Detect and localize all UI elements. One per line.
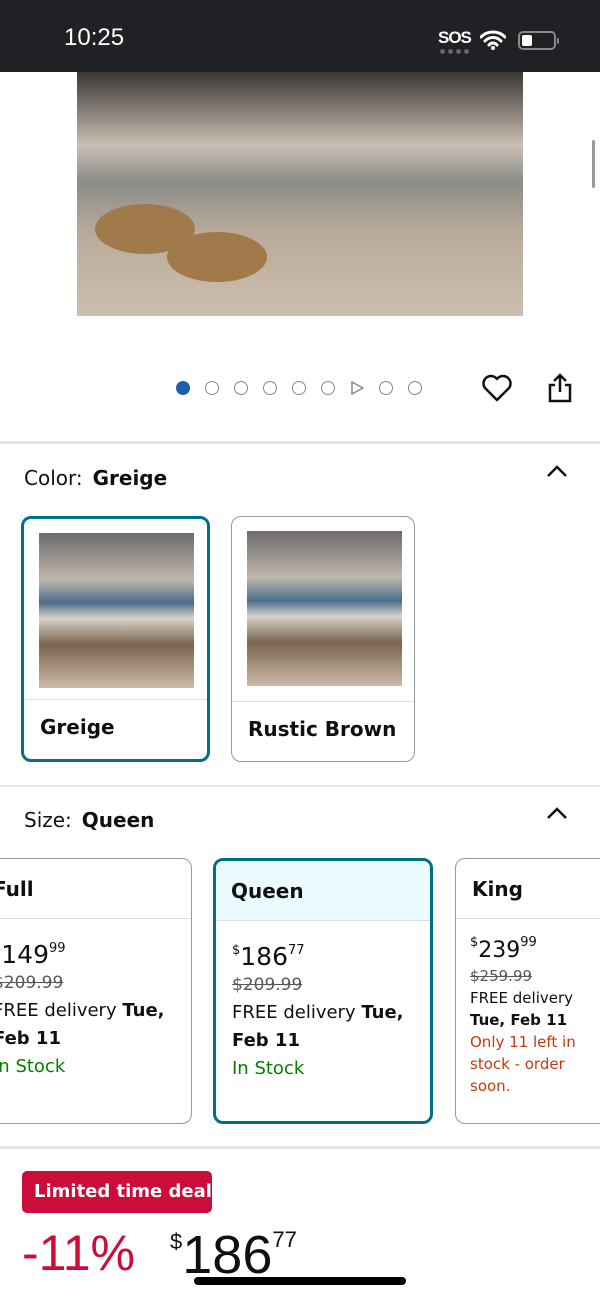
sos-indicator: SOS [438, 28, 472, 47]
size-option-full[interactable]: Full $14999 $209.99 FREE delivery Tue, F… [0, 858, 192, 1124]
selected-size: Queen [81, 808, 155, 832]
swatch-label: Greige [24, 699, 207, 759]
divider [0, 1146, 600, 1149]
size-option-king[interactable]: King $23999 $259.99 FREE delivery Tue, F… [455, 858, 600, 1124]
chevron-up-icon[interactable] [546, 464, 568, 478]
carousel-dot[interactable] [292, 381, 306, 395]
stock-status: In Stock [232, 1058, 305, 1079]
swatch-image [247, 531, 402, 686]
product-image[interactable] [77, 72, 523, 316]
chevron-up-icon[interactable] [546, 806, 568, 820]
scrollbar[interactable] [592, 140, 595, 188]
color-label: Color: Greige [24, 466, 168, 490]
selected-color: Greige [92, 466, 168, 490]
discount-percent: -11% [22, 1225, 136, 1281]
carousel-dot[interactable] [408, 381, 422, 395]
ottoman-shape [167, 232, 267, 282]
video-play-icon[interactable] [350, 381, 364, 395]
size-option-queen[interactable]: Queen $18677 $209.99 FREE delivery Tue, … [213, 858, 433, 1124]
size-name: Queen [216, 861, 430, 921]
list-price: $259.99 [470, 967, 533, 985]
battery-icon [518, 31, 559, 50]
carousel-dot[interactable] [176, 381, 190, 395]
size-price: $18677 [232, 942, 305, 971]
stock-status: Only 11 left in stock - order soon. [470, 1033, 576, 1095]
carousel-dot[interactable] [234, 381, 248, 395]
delivery-info: FREE delivery Tue, Feb 11 [0, 1000, 165, 1049]
swatch-image [39, 533, 194, 688]
carousel-dot[interactable] [205, 381, 219, 395]
size-price: $23999 [470, 935, 537, 963]
signal-dots-icon [440, 49, 469, 54]
carousel-dot[interactable] [379, 381, 393, 395]
carousel-dot[interactable] [263, 381, 277, 395]
delivery-info: FREE delivery Tue, Feb 11 [232, 1002, 404, 1051]
divider [0, 441, 600, 444]
size-name: King [456, 859, 600, 919]
color-swatch-greige[interactable]: Greige [21, 516, 210, 762]
carousel-dot[interactable] [321, 381, 335, 395]
size-price: $14999 [0, 940, 66, 969]
list-price: $209.99 [232, 975, 303, 995]
size-name: Full [0, 859, 191, 919]
share-icon[interactable] [546, 372, 574, 404]
swatch-label: Rustic Brown [232, 701, 414, 761]
size-label: Size: Queen [24, 808, 155, 832]
wifi-icon [480, 30, 506, 50]
clock: 10:25 [64, 24, 125, 51]
heart-icon[interactable] [481, 372, 513, 404]
list-price: $209.99 [0, 973, 64, 993]
stock-status: In Stock [0, 1056, 66, 1077]
delivery-info: FREE delivery Tue, Feb 11 [470, 989, 574, 1029]
status-bar: 10:25 SOS [0, 0, 600, 72]
home-indicator[interactable] [194, 1277, 406, 1285]
divider [0, 785, 600, 787]
carousel-indicator [176, 381, 422, 395]
deal-badge: Limited time deal [22, 1171, 212, 1213]
color-swatch-rustic-brown[interactable]: Rustic Brown [231, 516, 415, 762]
